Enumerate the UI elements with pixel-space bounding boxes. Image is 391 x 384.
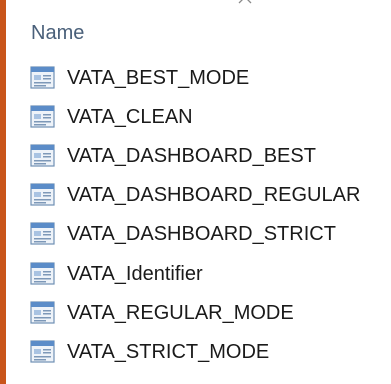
file-name: VATA_CLEAN [67,105,193,128]
document-icon [30,183,55,206]
document-icon [30,301,55,324]
document-icon [30,222,55,245]
document-icon [30,65,55,89]
file-item[interactable]: VATA_DASHBOARD_REGULAR [30,176,391,215]
document-icon [30,144,55,167]
file-name: VATA_DASHBOARD_STRICT [67,223,336,246]
file-name: VATA_REGULAR_MODE [67,301,294,324]
file-item[interactable]: VATA_BEST_MODE [30,58,391,97]
file-name: VATA_BEST_MODE [67,66,250,89]
document-icon [30,261,55,285]
chevron-up-icon [238,0,252,4]
file-name: VATA_DASHBOARD_BEST [67,144,316,167]
file-item[interactable]: VATA_CLEAN [30,97,391,136]
file-explorer-pane: Name VATA_BEST_MODE VATA_CLEAN VATA_DASH… [0,0,391,384]
window-accent-edge [0,0,6,384]
file-item[interactable]: VATA_DASHBOARD_STRICT [30,215,391,254]
file-list: VATA_BEST_MODE VATA_CLEAN VATA_DASHBOARD… [30,58,391,372]
file-item[interactable]: VATA_REGULAR_MODE [30,293,391,332]
name-column-label[interactable]: Name [31,23,84,43]
file-item[interactable]: VATA_DASHBOARD_BEST [30,136,391,175]
file-item[interactable]: VATA_STRICT_MODE [30,332,391,371]
document-icon [30,340,55,363]
document-icon [30,105,55,128]
column-header[interactable]: Name [22,0,391,50]
file-name: VATA_Identifier [67,262,203,285]
file-name: VATA_DASHBOARD_REGULAR [67,184,361,207]
file-name: VATA_STRICT_MODE [67,340,270,363]
file-item[interactable]: VATA_Identifier [30,254,391,293]
